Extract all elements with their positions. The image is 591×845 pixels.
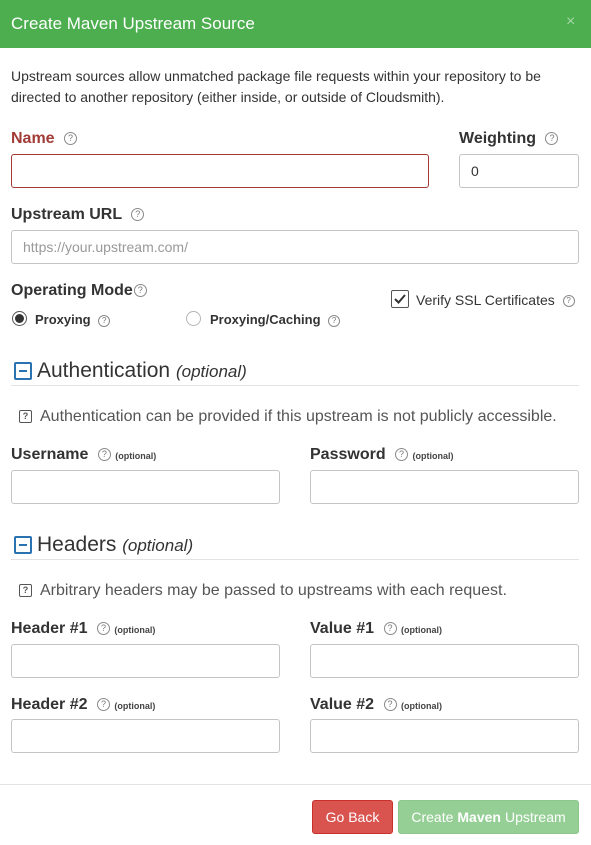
info-icon: ? xyxy=(19,410,32,423)
help-icon[interactable]: ? xyxy=(131,208,145,222)
name-label-text: Name xyxy=(11,130,55,147)
help-icon[interactable]: ? xyxy=(328,314,341,327)
help-icon[interactable]: ? xyxy=(98,314,111,327)
operating-mode-label: Operating Mode? xyxy=(11,282,147,300)
verify-ssl-checkbox[interactable] xyxy=(391,290,409,308)
weighting-input-value: 0 xyxy=(471,163,479,179)
upstream-url-input[interactable]: https://your.upstream.com/ xyxy=(11,230,579,264)
password-input[interactable] xyxy=(310,470,579,504)
name-label: Name ? xyxy=(11,130,78,148)
help-icon[interactable]: ? xyxy=(64,132,78,146)
proxying-caching-label: Proxying/Caching ? xyxy=(210,312,341,327)
proxying-label: Proxying ? xyxy=(35,312,111,327)
optional-tag: (optional) xyxy=(400,701,442,711)
header2-label-text: Header #2 xyxy=(11,696,88,713)
value2-label-text: Value #2 xyxy=(310,696,375,713)
header1-label-text: Header #1 xyxy=(11,620,88,637)
proxying-caching-label-text: Proxying/Caching xyxy=(210,312,321,327)
dialog-title: Create Maven Upstream Source xyxy=(11,14,255,33)
help-icon[interactable]: ? xyxy=(96,698,110,712)
create-button-prefix: Create xyxy=(411,809,454,825)
headers-info-text: Arbitrary headers may be passed to upstr… xyxy=(40,582,507,599)
dialog-header: Create Maven Upstream Source × xyxy=(0,0,591,48)
help-icon[interactable]: ? xyxy=(383,698,397,712)
username-label: Username ? (optional) xyxy=(11,446,156,464)
proxying-label-text: Proxying xyxy=(35,312,91,327)
upstream-url-placeholder: https://your.upstream.com/ xyxy=(23,239,188,255)
create-button-format: Maven xyxy=(457,809,501,825)
password-label: Password ? (optional) xyxy=(310,446,454,464)
optional-tag: (optional) xyxy=(114,701,156,711)
go-back-button[interactable]: Go Back xyxy=(312,800,393,834)
authentication-title-text: Authentication xyxy=(37,359,171,382)
authentication-collapse-icon[interactable] xyxy=(14,362,32,380)
create-button-suffix: Upstream xyxy=(504,809,566,825)
authentication-divider xyxy=(11,385,579,386)
weighting-label: Weighting ? xyxy=(459,130,559,148)
authentication-section-title: Authentication (optional) xyxy=(37,359,247,383)
username-label-text: Username xyxy=(11,446,89,463)
help-icon[interactable]: ? xyxy=(133,284,147,298)
close-icon[interactable]: × xyxy=(566,13,575,31)
value1-label-text: Value #1 xyxy=(310,620,375,637)
authentication-info-text: Authentication can be provided if this u… xyxy=(40,408,557,425)
password-label-text: Password xyxy=(310,446,386,463)
upstream-url-label: Upstream URL ? xyxy=(11,206,145,224)
dialog-intro: Upstream sources allow unmatched package… xyxy=(11,68,541,105)
optional-tag: (optional) xyxy=(114,625,156,635)
username-input[interactable] xyxy=(11,470,280,504)
headers-title-optional: (optional) xyxy=(122,536,194,555)
weighting-label-text: Weighting xyxy=(459,130,537,147)
authentication-title-optional: (optional) xyxy=(175,362,247,381)
header1-input[interactable] xyxy=(11,644,280,678)
weighting-input[interactable]: 0 xyxy=(459,154,579,188)
help-icon[interactable]: ? xyxy=(97,448,111,462)
help-icon[interactable]: ? xyxy=(96,622,110,636)
value1-input[interactable] xyxy=(310,644,579,678)
value2-label: Value #2 ? (optional) xyxy=(310,696,442,714)
checkmark-icon xyxy=(394,294,406,304)
optional-tag: (optional) xyxy=(400,625,442,635)
header2-input[interactable] xyxy=(11,719,280,753)
value1-label: Value #1 ? (optional) xyxy=(310,620,442,638)
verify-ssl-label: Verify SSL Certificates ? xyxy=(416,292,575,308)
value2-input[interactable] xyxy=(310,719,579,753)
operating-mode-label-text: Operating Mode xyxy=(11,282,133,299)
info-icon: ? xyxy=(19,584,32,597)
footer-divider xyxy=(0,784,591,785)
upstream-url-label-text: Upstream URL xyxy=(11,206,122,223)
header1-label: Header #1 ? (optional) xyxy=(11,620,155,638)
help-icon[interactable]: ? xyxy=(395,448,409,462)
headers-divider xyxy=(11,559,579,560)
headers-title-text: Headers xyxy=(37,533,117,556)
name-input[interactable] xyxy=(11,154,429,188)
optional-tag: (optional) xyxy=(115,451,157,461)
optional-tag: (optional) xyxy=(412,451,454,461)
headers-collapse-icon[interactable] xyxy=(14,536,32,554)
header2-label: Header #2 ? (optional) xyxy=(11,696,155,714)
help-icon[interactable]: ? xyxy=(562,295,575,308)
radio-proxying-caching[interactable] xyxy=(186,311,201,326)
help-icon[interactable]: ? xyxy=(383,622,397,636)
headers-section-title: Headers (optional) xyxy=(37,533,193,557)
help-icon[interactable]: ? xyxy=(545,132,559,146)
create-upstream-button[interactable]: Create Maven Upstream xyxy=(398,800,579,834)
verify-ssl-label-text: Verify SSL Certificates xyxy=(416,292,555,308)
radio-proxying[interactable] xyxy=(12,311,27,326)
